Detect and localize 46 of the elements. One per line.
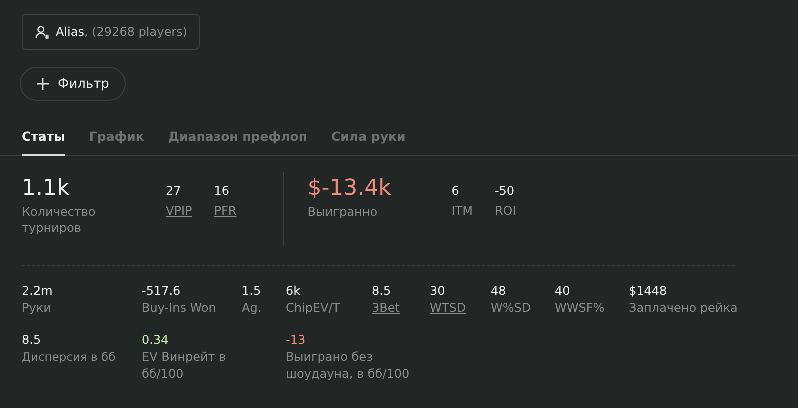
stat-value: 8.5 xyxy=(372,283,392,300)
stat-label: ITM xyxy=(452,203,473,219)
stat-label[interactable]: WTSD xyxy=(430,300,491,317)
stat-label[interactable]: PFR xyxy=(214,203,237,219)
stat-value: 1.1k xyxy=(22,175,71,203)
stat-label: Дисперсия в бб xyxy=(22,349,117,366)
stat-value: -50 xyxy=(494,183,516,199)
stat-value: 6k xyxy=(286,283,302,300)
stat-value: 1.5 xyxy=(242,283,262,300)
stat-label: Ag. xyxy=(242,300,263,317)
stat-value: 6 xyxy=(452,183,460,199)
player-selector[interactable]: Alias, (29268 players) xyxy=(22,14,200,50)
stat-label: Заплачено рейка xyxy=(629,300,739,317)
player-count: , (29268 players) xyxy=(84,25,188,39)
stat-label: Выигранно xyxy=(308,204,379,220)
stat-label: EV Винрейт в бб/100 xyxy=(142,349,228,383)
stat-value: 0.34 xyxy=(142,332,170,349)
stat-label: ROI xyxy=(494,203,516,219)
stat-value: 2.2m xyxy=(22,283,54,300)
stat-label[interactable]: 3Bet xyxy=(372,300,430,317)
stat-value: 27 xyxy=(166,183,182,199)
stat-value: 30 xyxy=(430,283,446,300)
stat-value: 8.5 xyxy=(22,332,42,349)
tab[interactable]: Сила руки xyxy=(332,125,406,156)
filter-button[interactable]: Фильтр xyxy=(20,67,126,101)
stat-label: Руки xyxy=(22,300,52,317)
tab[interactable]: Диапазон префлоп xyxy=(168,125,308,156)
user-icon xyxy=(35,24,50,40)
tab[interactable]: Статы xyxy=(22,125,66,156)
stat-label: Buy-Ins Won xyxy=(142,300,218,317)
stat-label[interactable]: VPIP xyxy=(166,203,192,219)
stat-value: $1448 xyxy=(629,283,668,300)
stat-value: 16 xyxy=(214,183,231,199)
stat-value: 48 xyxy=(491,283,508,300)
stat-value: -13 xyxy=(286,332,307,349)
stat-label: Выиграно без шоудауна, в бб/100 xyxy=(286,349,411,383)
stat-value: $-13.4k xyxy=(308,175,392,203)
plus-icon xyxy=(37,78,49,90)
stat-value: 40 xyxy=(555,283,572,300)
stat-label: Количество турниров xyxy=(22,204,97,236)
tab[interactable]: График xyxy=(89,125,144,156)
stat-label: W%SD xyxy=(491,300,532,317)
stat-label: ChipEV/T xyxy=(286,300,342,317)
stat-label: WWSF% xyxy=(555,300,606,317)
stat-value: -517.6 xyxy=(142,283,182,300)
player-name: Alias xyxy=(56,25,84,39)
